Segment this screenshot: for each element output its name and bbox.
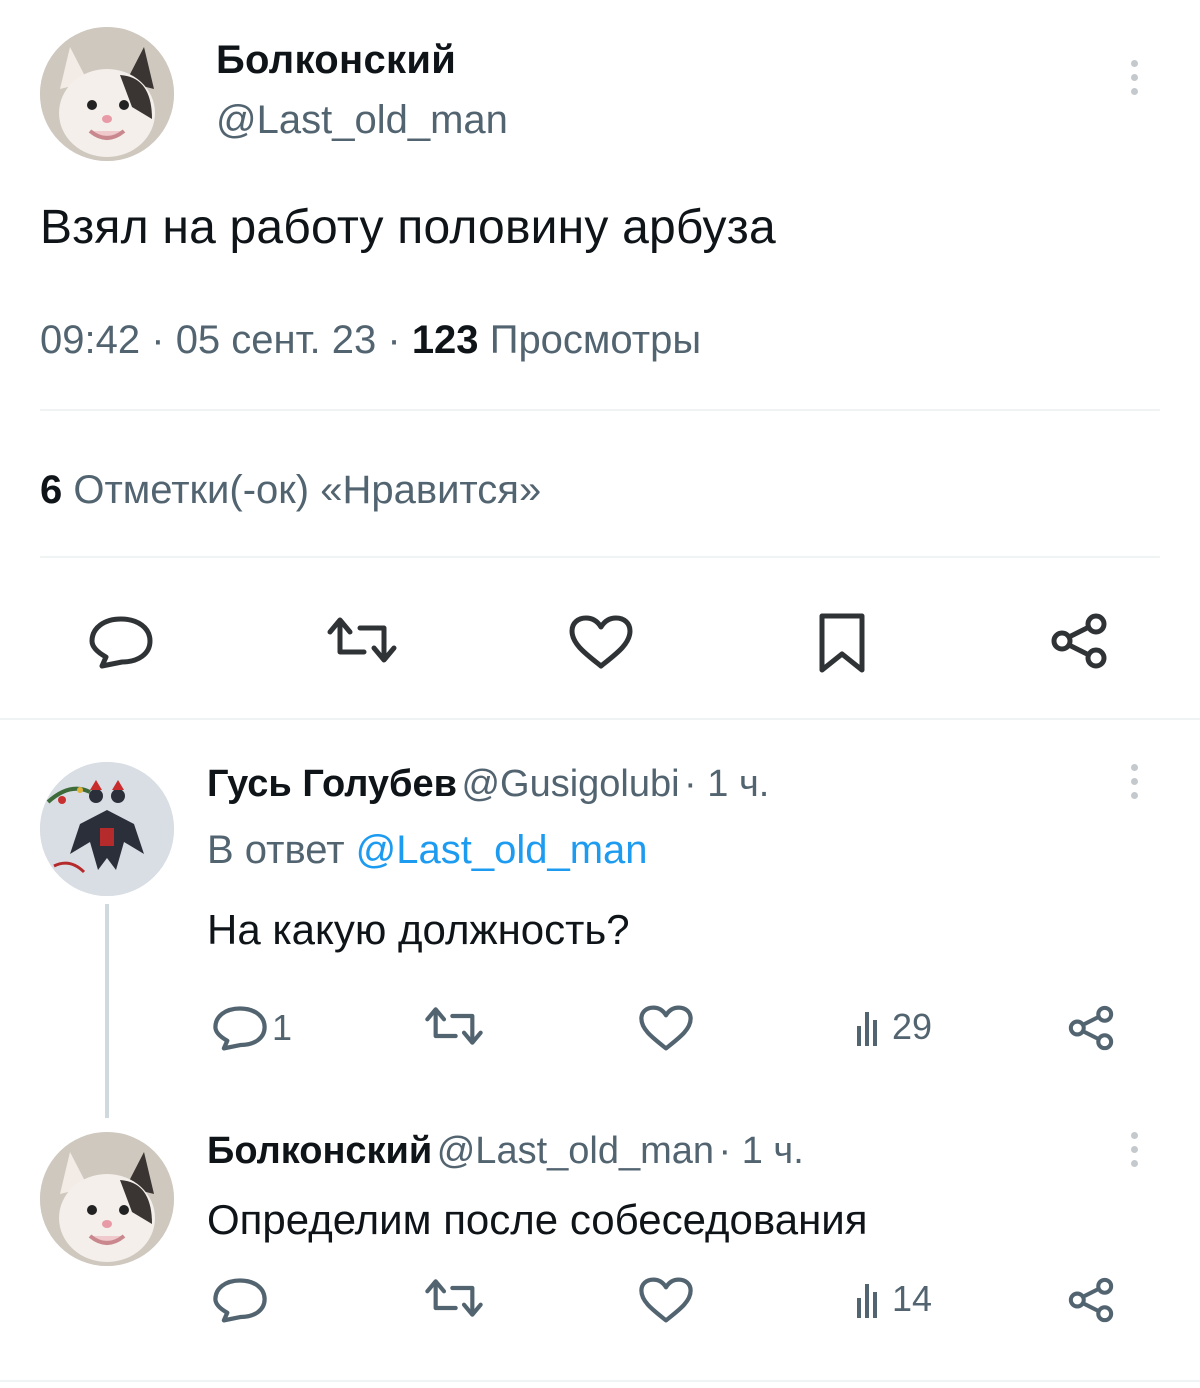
tweet-meta: 09:42 · 05 сент. 23 · 123 Просмотры [40, 318, 701, 363]
retweet-icon[interactable] [326, 614, 398, 666]
views-count: 123 [411, 318, 479, 362]
reply-header: Болконский @Last_old_man · 1 ч. [207, 1130, 804, 1173]
views-count: 29 [892, 1006, 933, 1047]
tweet-time[interactable]: 09:42 [40, 318, 140, 362]
tweet-text: Взял на работу половину арбуза [40, 201, 776, 254]
reply-icon[interactable] [88, 614, 154, 670]
reply-action[interactable] [212, 1276, 272, 1324]
reply-text: Определим после собеседования [207, 1196, 868, 1243]
thread-line [105, 904, 109, 1118]
reply-author-handle[interactable]: @Gusigolubi [461, 763, 679, 805]
like-icon[interactable] [638, 1276, 694, 1324]
views-action[interactable]: 14 [856, 1278, 932, 1320]
views-action[interactable]: 29 [856, 1006, 932, 1048]
divider [40, 556, 1160, 558]
author-handle[interactable]: @Last_old_man [216, 98, 508, 143]
reply-header: Гусь Голубев @Gusigolubi · 1 ч. [207, 763, 769, 806]
reply-author-name[interactable]: Болконский [207, 1130, 432, 1172]
divider [0, 1380, 1200, 1382]
reply-icon [213, 1278, 267, 1323]
likes-label: Отметки(-ок) «Нравится» [73, 468, 542, 512]
like-icon[interactable] [638, 1004, 694, 1052]
share-icon[interactable] [1066, 1276, 1116, 1324]
divider [0, 718, 1200, 720]
more-options-icon[interactable] [1128, 1132, 1140, 1167]
more-options-icon[interactable] [1128, 60, 1140, 95]
reply-to-prefix: В ответ [207, 828, 345, 872]
retweet-icon[interactable] [424, 1004, 484, 1048]
like-icon[interactable] [568, 614, 634, 670]
bookmark-icon[interactable] [816, 612, 868, 674]
tweet-date[interactable]: 05 сент. 23 [176, 318, 377, 362]
reply-time[interactable]: · 1 ч. [684, 763, 769, 805]
reply-author-handle[interactable]: @Last_old_man [437, 1130, 714, 1172]
likes-summary[interactable]: 6 Отметки(-ок) «Нравится» [40, 468, 541, 513]
reply-icon [213, 1006, 267, 1051]
views-icon [857, 1012, 877, 1046]
likes-count: 6 [40, 468, 63, 512]
reply-time[interactable]: · 1 ч. [719, 1130, 804, 1172]
reply-author-avatar[interactable] [40, 762, 174, 896]
retweet-icon[interactable] [424, 1276, 484, 1320]
reply-text: На какую должность? [207, 906, 630, 953]
meta-separator: · [151, 318, 165, 362]
share-icon[interactable] [1066, 1004, 1116, 1052]
author-avatar[interactable] [40, 27, 174, 161]
meta-separator: · [387, 318, 401, 362]
views-count: 14 [892, 1278, 933, 1319]
views-icon [857, 1284, 877, 1318]
share-icon[interactable] [1048, 612, 1110, 670]
reply-author-name[interactable]: Гусь Голубев [207, 763, 457, 805]
divider [40, 409, 1160, 411]
reply-to-link[interactable]: @Last_old_man [356, 828, 648, 872]
author-name[interactable]: Болконский [216, 38, 456, 83]
reply-count: 1 [272, 1007, 293, 1048]
reply-to-line: В ответ @Last_old_man [207, 828, 648, 873]
views-label: Просмотры [489, 318, 702, 362]
reply-author-avatar[interactable] [40, 1132, 174, 1266]
reply-action[interactable]: 1 [212, 1004, 292, 1052]
more-options-icon[interactable] [1128, 764, 1140, 799]
